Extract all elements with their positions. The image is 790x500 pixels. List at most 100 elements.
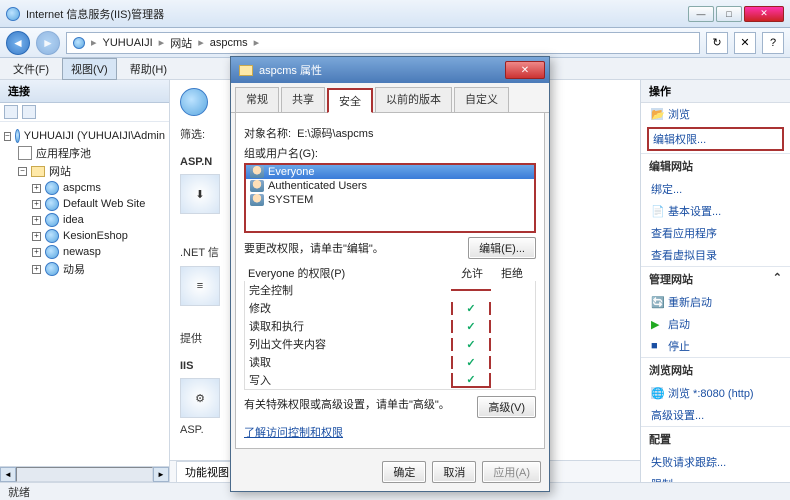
cancel-button[interactable]: 取消	[432, 461, 476, 483]
group-browse-site: 浏览网站	[641, 357, 790, 382]
user-icon	[250, 180, 264, 192]
action-stop[interactable]: ■停止	[641, 335, 790, 357]
crumb-current[interactable]: aspcms	[210, 37, 248, 49]
tree-site-idea[interactable]: +idea	[4, 212, 165, 228]
action-bindings[interactable]: 绑定...	[641, 178, 790, 200]
back-button[interactable]: ◄	[6, 31, 30, 55]
perm-read-execute: 读取和执行✓	[245, 317, 535, 335]
user-authenticated[interactable]: Authenticated Users	[246, 179, 534, 193]
feature-icon[interactable]: ≡	[180, 266, 220, 306]
tree-site-newasp[interactable]: +newasp	[4, 244, 165, 260]
menu-help[interactable]: 帮助(H)	[121, 58, 176, 80]
feature-icon[interactable]: ⚙	[180, 378, 220, 418]
menu-view[interactable]: 视图(V)	[62, 58, 117, 80]
menu-file[interactable]: 文件(F)	[4, 58, 58, 80]
learn-link[interactable]: 了解访问控制和权限	[244, 427, 343, 439]
status-text: 就绪	[8, 484, 30, 500]
window-titlebar: Internet 信息服务(IIS)管理器 — □ ✕	[0, 0, 790, 28]
advanced-button[interactable]: 高级(V)	[477, 396, 536, 418]
tree-site-kesion[interactable]: +KesionEshop	[4, 228, 165, 244]
user-icon	[250, 194, 264, 206]
action-limit[interactable]: 限制...	[641, 473, 790, 482]
action-view-apps[interactable]: 查看应用程序	[641, 222, 790, 244]
group-config: 配置	[641, 426, 790, 451]
close-button[interactable]: ✕	[744, 6, 784, 22]
crumb-host[interactable]: YUHUAIJI	[103, 37, 153, 49]
tree-sites[interactable]: −网站	[4, 162, 165, 180]
filter-label: 筛选:	[180, 129, 205, 141]
user-everyone[interactable]: Everyone	[246, 165, 534, 179]
home-icon	[73, 37, 85, 49]
perm-modify: 修改✓	[245, 299, 535, 317]
app-icon	[6, 7, 20, 21]
tree-app-pools[interactable]: 应用程序池	[4, 144, 165, 162]
tab-custom[interactable]: 自定义	[454, 87, 509, 112]
tree-tool-icon[interactable]	[4, 105, 18, 119]
object-label: 对象名称:	[244, 125, 291, 141]
perm-list-folder: 列出文件夹内容✓	[245, 335, 535, 353]
action-advanced[interactable]: 高级设置...	[641, 404, 790, 426]
col-deny: 拒绝	[492, 265, 532, 281]
tree: −YUHUAIJI (YUHUAIJI\Admin 应用程序池 −网站 +asp…	[0, 122, 169, 466]
action-start[interactable]: ▶启动	[641, 313, 790, 335]
edit-button[interactable]: 编辑(E)...	[468, 237, 536, 259]
tree-site-dongyi[interactable]: +动易	[4, 260, 165, 278]
user-icon	[250, 166, 264, 178]
edit-hint: 要更改权限，请单击"编辑"。	[244, 240, 384, 256]
group-manage-site: 管理网站⌃	[641, 266, 790, 291]
help-nav-button[interactable]: ?	[762, 32, 784, 54]
action-view-vdir[interactable]: 查看虚拟目录	[641, 244, 790, 266]
dialog-body: 对象名称: E:\源码\aspcms 组或用户名(G): Everyone Au…	[235, 113, 545, 449]
feature-icon[interactable]: ⬇	[180, 174, 220, 214]
action-trace[interactable]: 失败请求跟踪...	[641, 451, 790, 473]
object-value: E:\源码\aspcms	[297, 125, 373, 141]
tab-share[interactable]: 共享	[281, 87, 325, 112]
crumb-sites[interactable]: 网站	[170, 35, 192, 51]
forward-button[interactable]: ►	[36, 31, 60, 55]
users-listbox[interactable]: Everyone Authenticated Users SYSTEM	[244, 163, 536, 233]
maximize-button[interactable]: □	[716, 6, 742, 22]
perm-label: Everyone 的权限(P)	[248, 265, 452, 281]
tree-hscroll[interactable]: ◄►	[0, 466, 169, 482]
breadcrumb[interactable]: ▸ YUHUAIJI ▸ 网站 ▸ aspcms ▸	[66, 32, 700, 54]
action-browse-8080[interactable]: 🌐浏览 *:8080 (http)	[641, 382, 790, 404]
dialog-footer: 确定 取消 应用(A)	[231, 453, 549, 491]
properties-dialog: aspcms 属性 ✕ 常规 共享 安全 以前的版本 自定义 对象名称: E:\…	[230, 56, 550, 492]
special-hint: 有关特殊权限或高级设置，请单击"高级"。	[244, 396, 471, 412]
tab-features[interactable]: 功能视图	[176, 461, 238, 482]
col-allow: 允许	[452, 265, 492, 281]
actions-header: 操作	[641, 80, 790, 103]
tree-site-aspcms[interactable]: +aspcms	[4, 180, 165, 196]
connections-panel: 连接 −YUHUAIJI (YUHUAIJI\Admin 应用程序池 −网站 +…	[0, 80, 170, 482]
tab-security[interactable]: 安全	[327, 88, 373, 113]
user-system[interactable]: SYSTEM	[246, 193, 534, 207]
action-basic-settings[interactable]: 📄基本设置...	[641, 200, 790, 222]
dialog-tabs: 常规 共享 安全 以前的版本 自定义	[231, 83, 549, 113]
collapse-icon[interactable]: ⌃	[773, 271, 782, 287]
action-restart[interactable]: 🔄重新启动	[641, 291, 790, 313]
tab-general[interactable]: 常规	[235, 87, 279, 112]
dialog-close-button[interactable]: ✕	[505, 61, 545, 79]
actions-panel: 操作 📂浏览 编辑权限... 编辑网站 绑定... 📄基本设置... 查看应用程…	[640, 80, 790, 482]
dialog-titlebar[interactable]: aspcms 属性 ✕	[231, 57, 549, 83]
group-edit-site: 编辑网站	[641, 153, 790, 178]
ok-button[interactable]: 确定	[382, 461, 426, 483]
perm-full-control: 完全控制	[245, 281, 535, 299]
tree-site-default[interactable]: +Default Web Site	[4, 196, 165, 212]
stop-load-button[interactable]: ✕	[734, 32, 756, 54]
permissions-list: 完全控制 修改✓ 读取和执行✓ 列出文件夹内容✓ 读取✓ 写入✓	[244, 281, 536, 390]
nav-bar: ◄ ► ▸ YUHUAIJI ▸ 网站 ▸ aspcms ▸ ↻ ✕ ?	[0, 28, 790, 58]
action-browse[interactable]: 📂浏览	[641, 103, 790, 125]
perm-read: 读取✓	[245, 353, 535, 371]
action-edit-permissions[interactable]: 编辑权限...	[647, 127, 784, 151]
groups-label: 组或用户名(G):	[244, 145, 536, 161]
tab-previous[interactable]: 以前的版本	[375, 87, 452, 112]
folder-icon	[239, 65, 253, 76]
minimize-button[interactable]: —	[688, 6, 714, 22]
tree-tool-icon[interactable]	[22, 105, 36, 119]
apply-button[interactable]: 应用(A)	[482, 461, 541, 483]
tree-root[interactable]: −YUHUAIJI (YUHUAIJI\Admin	[4, 128, 165, 144]
window-title: Internet 信息服务(IIS)管理器	[26, 6, 164, 22]
site-large-icon	[180, 88, 208, 116]
refresh-button[interactable]: ↻	[706, 32, 728, 54]
